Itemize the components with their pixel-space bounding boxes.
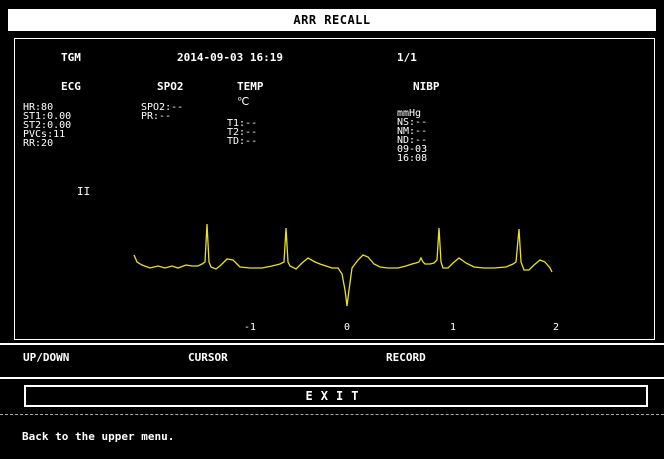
exit-button[interactable]: EXIT — [24, 385, 648, 407]
ecg-trace — [133, 223, 553, 307]
record-button[interactable]: RECORD — [386, 351, 426, 364]
cursor-button[interactable]: CURSOR — [188, 351, 228, 364]
status-message: Back to the upper menu. — [22, 430, 175, 443]
separator-bottom — [0, 377, 664, 379]
updown-button[interactable]: UP/DOWN — [23, 351, 69, 364]
separator-top — [0, 343, 664, 345]
dashed-divider — [0, 414, 664, 415]
